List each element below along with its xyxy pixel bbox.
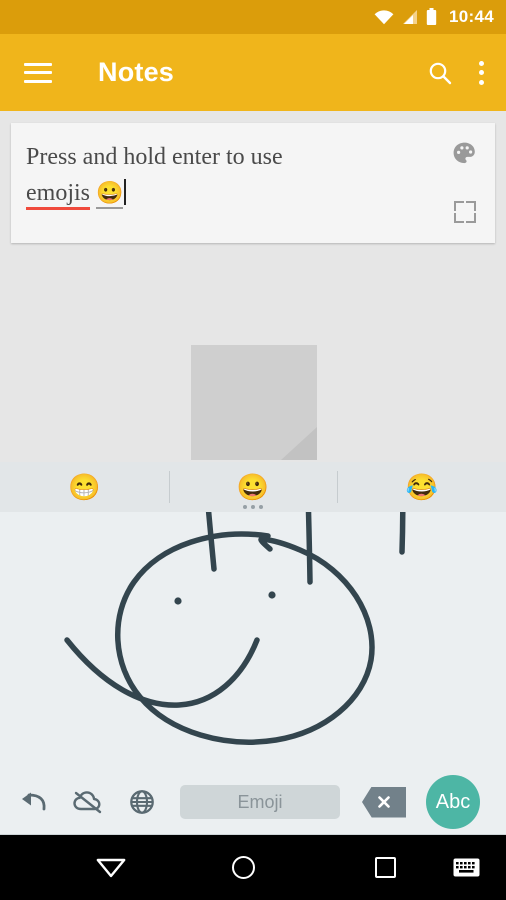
fullscreen-expand-button[interactable] xyxy=(454,201,476,223)
more-dot xyxy=(251,505,255,509)
hamburger-line xyxy=(24,71,52,74)
handwriting-drawing-canvas[interactable] xyxy=(0,377,506,770)
search-button[interactable] xyxy=(425,58,455,88)
placeholder-page-body xyxy=(191,345,317,460)
kebab-dot xyxy=(479,79,484,85)
more-dot xyxy=(259,505,263,509)
wifi-icon xyxy=(374,10,394,25)
home-circle-icon xyxy=(232,856,255,879)
language-globe-icon xyxy=(130,790,154,814)
more-vert-icon[interactable] xyxy=(479,60,484,85)
language-switch-button[interactable] xyxy=(120,780,164,824)
expand-corner-tr xyxy=(466,201,476,211)
keyboard-icon xyxy=(453,858,480,877)
app-bar-actions xyxy=(425,58,484,88)
hand-drawn-smiley-face-icon xyxy=(64,377,406,745)
cloud-off-button[interactable] xyxy=(66,780,110,824)
backspace-delete-icon xyxy=(378,796,390,808)
hamburger-line xyxy=(24,79,52,83)
note-page-placeholder-icon xyxy=(191,345,317,460)
status-bar-clock: 10:44 xyxy=(449,7,494,26)
hide-keyboard-down-icon xyxy=(96,858,126,878)
status-bar: 10:44 xyxy=(0,0,506,34)
undo-button[interactable] xyxy=(12,780,56,824)
space-key-label: Emoji xyxy=(237,791,283,812)
note-text-line-1: Press and hold enter to use xyxy=(26,144,283,170)
hamburger-menu-icon[interactable] xyxy=(24,62,52,83)
expand-corner-br xyxy=(466,213,476,223)
recents-button[interactable] xyxy=(375,857,396,878)
space-key[interactable]: Emoji xyxy=(180,785,340,819)
hamburger-line xyxy=(24,62,52,66)
phone-screen: 10:44 Notes Press and hold enter to use … xyxy=(0,0,506,900)
hide-keyboard-button[interactable] xyxy=(96,858,126,878)
home-button[interactable] xyxy=(232,856,255,879)
abc-mode-key[interactable]: Abc xyxy=(426,775,480,829)
backspace-key[interactable] xyxy=(362,786,406,818)
expand-corner-tl xyxy=(454,201,464,211)
recents-square-icon xyxy=(375,857,396,878)
android-navigation-bar xyxy=(0,835,506,900)
cloud-off-icon xyxy=(73,791,102,814)
note-text-content[interactable]: Press and hold enter to use emojis 😀 xyxy=(26,139,426,211)
page-title: Notes xyxy=(98,57,175,87)
keyboard-toolbar: Emoji Abc xyxy=(0,770,506,835)
undo-icon xyxy=(22,792,46,811)
keyboard-switch-button[interactable] xyxy=(453,858,480,877)
search-icon xyxy=(429,62,452,84)
cellular-signal-icon xyxy=(403,10,418,24)
abc-mode-label: Abc xyxy=(435,790,471,813)
more-dot xyxy=(243,505,247,509)
keyboard-suggestion-strip: 😁 😀 😂 xyxy=(0,462,506,512)
note-misspelled-word: emojis xyxy=(26,180,90,210)
kebab-dot xyxy=(479,70,484,75)
status-icon-group: 10:44 xyxy=(374,7,494,27)
palette-icon xyxy=(453,142,475,164)
kebab-dot xyxy=(479,60,484,66)
palette-button[interactable] xyxy=(452,141,477,171)
more-suggestions-button[interactable] xyxy=(0,505,506,509)
expand-corner-bl xyxy=(454,213,464,223)
note-editor-card[interactable]: Press and hold enter to use emojis 😀 xyxy=(11,123,495,243)
app-bar: Notes xyxy=(0,34,506,111)
text-caret xyxy=(124,179,127,205)
battery-icon xyxy=(426,8,437,25)
note-composing-emoji: 😀 xyxy=(96,180,124,209)
